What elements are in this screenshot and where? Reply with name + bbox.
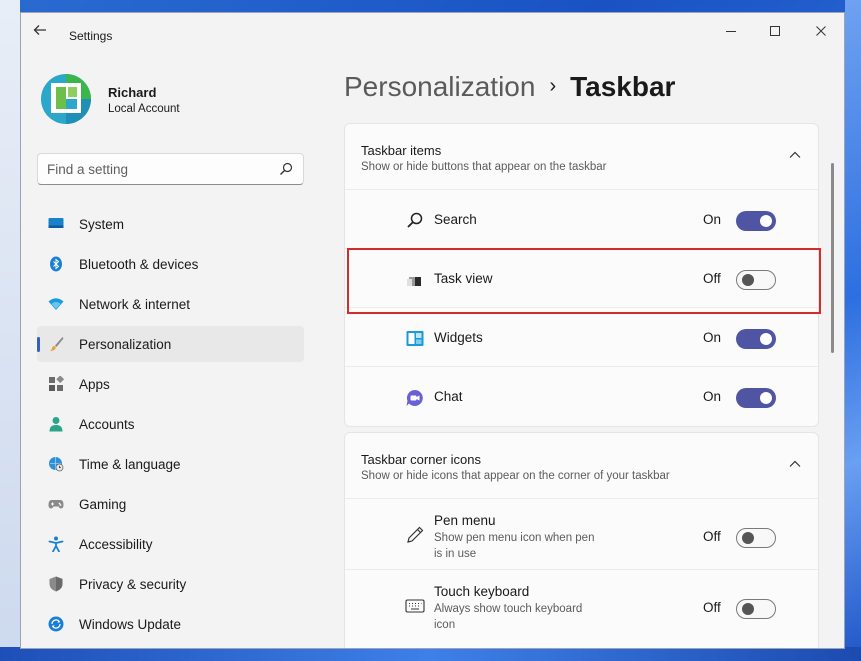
chevron-up-icon[interactable] xyxy=(788,459,802,469)
row-label: Search xyxy=(434,212,477,227)
account-type: Local Account xyxy=(108,103,180,115)
taskbar-items-header[interactable]: Taskbar items Show or hide buttons that … xyxy=(345,124,818,190)
desktop-background xyxy=(0,0,20,661)
breadcrumb: Personalization › Taskbar xyxy=(344,71,675,103)
settings-window: Settings Richard Local Account Find a se… xyxy=(20,12,845,649)
row-label: Widgets xyxy=(434,330,483,345)
card-subtitle: Show or hide icons that appear on the co… xyxy=(361,470,670,482)
arrow-left-icon xyxy=(33,25,46,35)
sidebar-item-label: Personalization xyxy=(79,337,172,352)
window-title: Settings xyxy=(69,29,113,43)
shield-icon xyxy=(49,576,63,592)
touch-keyboard-row: Touch keyboard Always show touch keyboar… xyxy=(345,571,820,641)
sidebar-nav: System Bluetooth & devices Network & int… xyxy=(37,206,304,646)
minimize-icon xyxy=(726,31,736,32)
chat-toggle[interactable] xyxy=(736,388,776,408)
desktop-wallpaper xyxy=(845,0,861,661)
sidebar-item-network[interactable]: Network & internet xyxy=(37,286,304,322)
toggle-state-text: Off xyxy=(703,529,721,544)
sidebar-item-privacy-security[interactable]: Privacy & security xyxy=(37,566,304,602)
sidebar-item-accessibility[interactable]: Accessibility xyxy=(37,526,304,562)
desktop-wallpaper-bottom xyxy=(0,647,861,661)
row-label: Touch keyboard xyxy=(434,584,530,599)
chevron-up-icon[interactable] xyxy=(788,150,802,160)
taskbar-item-chat-row: Chat On xyxy=(345,368,820,426)
sidebar-item-system[interactable]: System xyxy=(37,206,304,242)
sidebar-item-bluetooth[interactable]: Bluetooth & devices xyxy=(37,246,304,282)
keyboard-icon xyxy=(405,599,425,613)
maximize-button[interactable] xyxy=(755,19,795,43)
sidebar-item-gaming[interactable]: Gaming xyxy=(37,486,304,522)
avatar xyxy=(41,69,91,129)
scrollbar[interactable] xyxy=(831,163,834,353)
maximize-icon xyxy=(770,26,780,36)
toggle-state-text: On xyxy=(703,389,722,404)
chat-icon xyxy=(406,389,423,406)
breadcrumb-parent[interactable]: Personalization xyxy=(344,71,535,102)
sidebar-item-label: Network & internet xyxy=(79,297,191,312)
gamepad-icon xyxy=(48,500,64,509)
search-toggle[interactable] xyxy=(736,211,776,231)
bluetooth-icon xyxy=(50,256,62,272)
toggle-state-text: Off xyxy=(703,600,721,615)
search-box[interactable] xyxy=(37,153,304,185)
sidebar-item-label: Time & language xyxy=(79,457,181,472)
sidebar-item-label: Apps xyxy=(79,377,110,392)
close-button[interactable] xyxy=(801,19,841,43)
toggle-state-text: On xyxy=(703,212,722,227)
apps-icon xyxy=(49,376,64,391)
sidebar-item-label: Accounts xyxy=(79,417,135,432)
sidebar-item-label: Gaming xyxy=(79,497,127,512)
card-title: Taskbar items xyxy=(361,143,442,158)
update-icon xyxy=(48,616,64,632)
sidebar-item-label: Privacy & security xyxy=(79,577,187,592)
minimize-button[interactable] xyxy=(711,19,751,43)
title-bar: Settings xyxy=(21,13,844,47)
widgets-icon xyxy=(406,331,424,346)
row-label: Pen menu xyxy=(434,513,496,528)
taskbar-corner-icons-header[interactable]: Taskbar corner icons Show or hide icons … xyxy=(345,433,818,499)
sidebar-item-label: Windows Update xyxy=(79,617,182,632)
row-description: Show pen menu icon when pen is in use xyxy=(434,532,595,560)
row-label: Chat xyxy=(434,389,463,404)
sidebar-item-label: Accessibility xyxy=(79,537,153,552)
wifi-icon xyxy=(48,298,64,310)
card-subtitle: Show or hide buttons that appear on the … xyxy=(361,161,607,173)
brush-icon xyxy=(50,337,64,351)
system-icon xyxy=(48,218,64,228)
row-description: Always show touch keyboard icon xyxy=(434,603,583,631)
sidebar-item-apps[interactable]: Apps xyxy=(37,366,304,402)
taskbar-item-widgets-row: Widgets On xyxy=(345,309,820,367)
accessibility-icon xyxy=(48,536,64,552)
pen-menu-toggle[interactable] xyxy=(736,528,776,548)
sidebar-item-accounts[interactable]: Accounts xyxy=(37,406,304,442)
user-name: Richard xyxy=(108,85,157,100)
search-icon[interactable] xyxy=(279,162,293,176)
close-icon xyxy=(816,26,826,36)
pen-menu-row: Pen menu Show pen menu icon when pen is … xyxy=(345,500,820,570)
widgets-toggle[interactable] xyxy=(736,329,776,349)
search-icon xyxy=(407,212,423,228)
task-view-highlight-box xyxy=(347,248,821,314)
sidebar-item-windows-update[interactable]: Windows Update xyxy=(37,606,304,642)
sidebar-item-label: Bluetooth & devices xyxy=(79,257,199,272)
search-input[interactable] xyxy=(47,160,267,178)
pen-icon xyxy=(407,526,424,543)
back-button[interactable] xyxy=(33,23,53,39)
card-title: Taskbar corner icons xyxy=(361,452,481,467)
person-icon xyxy=(49,417,63,432)
breadcrumb-separator-icon: › xyxy=(549,75,557,97)
taskbar-corner-icons-card: Taskbar corner icons Show or hide icons … xyxy=(344,432,820,648)
touch-keyboard-toggle[interactable] xyxy=(736,599,776,619)
sidebar-item-time-language[interactable]: Time & language xyxy=(37,446,304,482)
globe-clock-icon xyxy=(49,457,64,472)
toggle-state-text: On xyxy=(703,330,722,345)
page-title: Taskbar xyxy=(570,71,676,102)
sidebar-item-label: System xyxy=(79,217,125,232)
sidebar-item-personalization[interactable]: Personalization xyxy=(37,326,304,362)
taskbar-item-search-row: Search On xyxy=(345,191,820,249)
